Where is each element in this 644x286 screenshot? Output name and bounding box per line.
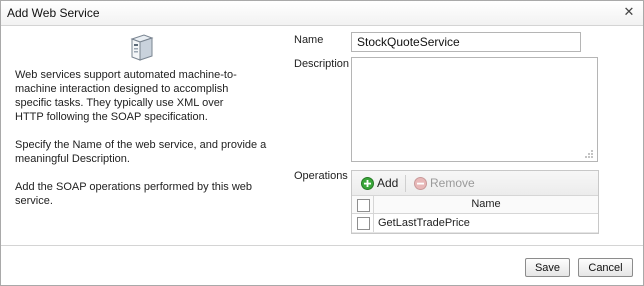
remove-icon: [414, 176, 427, 190]
help-paragraph-intro: Web services support automated machine-t…: [15, 69, 237, 123]
name-column-header[interactable]: Name: [374, 198, 598, 210]
add-web-service-dialog: Add Web Service ✕ Web services support a…: [0, 0, 644, 286]
save-button[interactable]: Save: [525, 258, 570, 277]
description-label: Description: [294, 58, 350, 70]
add-operation-button[interactable]: Add: [361, 175, 398, 191]
dialog-title: Add Web Service: [7, 6, 100, 20]
column-divider: [373, 214, 374, 232]
table-row[interactable]: GetLastTradePrice: [352, 214, 598, 233]
help-paragraph-operations: Add the SOAP operations performed by thi…: [15, 181, 253, 207]
operations-toolbar: Add Remove: [352, 171, 598, 196]
remove-operation-button[interactable]: Remove: [414, 175, 475, 191]
add-label: Add: [377, 176, 399, 190]
remove-label: Remove: [430, 176, 475, 190]
dialog-footer: Save Cancel: [1, 245, 643, 285]
operations-header-row: Name: [352, 196, 598, 214]
resize-grip-icon[interactable]: [584, 149, 594, 159]
name-label: Name: [294, 34, 324, 46]
close-icon[interactable]: ✕: [622, 5, 636, 19]
operations-grid: Add Remove Name GetLastTradePrice: [351, 170, 599, 234]
help-paragraph-name: Specify the Name of the web service, and…: [15, 139, 267, 165]
name-input[interactable]: [351, 32, 581, 52]
server-icon: [130, 34, 154, 61]
row-checkbox[interactable]: [357, 217, 370, 230]
dialog-titlebar: Add Web Service ✕: [1, 1, 643, 26]
add-icon: [361, 176, 374, 190]
select-all-checkbox[interactable]: [357, 199, 370, 212]
description-textarea[interactable]: [351, 57, 598, 162]
cancel-button[interactable]: Cancel: [578, 258, 633, 277]
operation-name: GetLastTradePrice: [378, 217, 470, 229]
toolbar-divider: [405, 175, 406, 192]
operations-label: Operations: [294, 170, 348, 182]
